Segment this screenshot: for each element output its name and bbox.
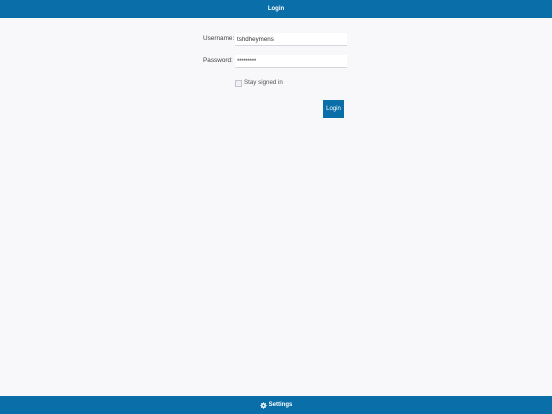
username-field[interactable]: tshdheymens bbox=[235, 33, 347, 46]
bottom-bar: Settings bbox=[0, 396, 552, 414]
password-value: ********* bbox=[237, 57, 256, 65]
stay-signed-in-checkbox[interactable] bbox=[235, 80, 242, 87]
password-field[interactable]: ********* bbox=[235, 55, 347, 68]
settings-button[interactable]: Settings bbox=[260, 401, 293, 409]
stay-signed-in-label[interactable]: Stay signed in bbox=[244, 79, 283, 86]
gear-icon bbox=[260, 401, 267, 409]
login-button-label: Login bbox=[326, 106, 341, 112]
username-label: Username: bbox=[203, 35, 235, 42]
username-value: tshdheymens bbox=[237, 35, 274, 43]
title-bar: Login bbox=[0, 0, 552, 18]
login-button[interactable]: Login bbox=[323, 100, 344, 118]
page-title: Login bbox=[267, 6, 285, 12]
password-label: Password: bbox=[203, 57, 233, 64]
settings-label: Settings bbox=[268, 402, 293, 408]
